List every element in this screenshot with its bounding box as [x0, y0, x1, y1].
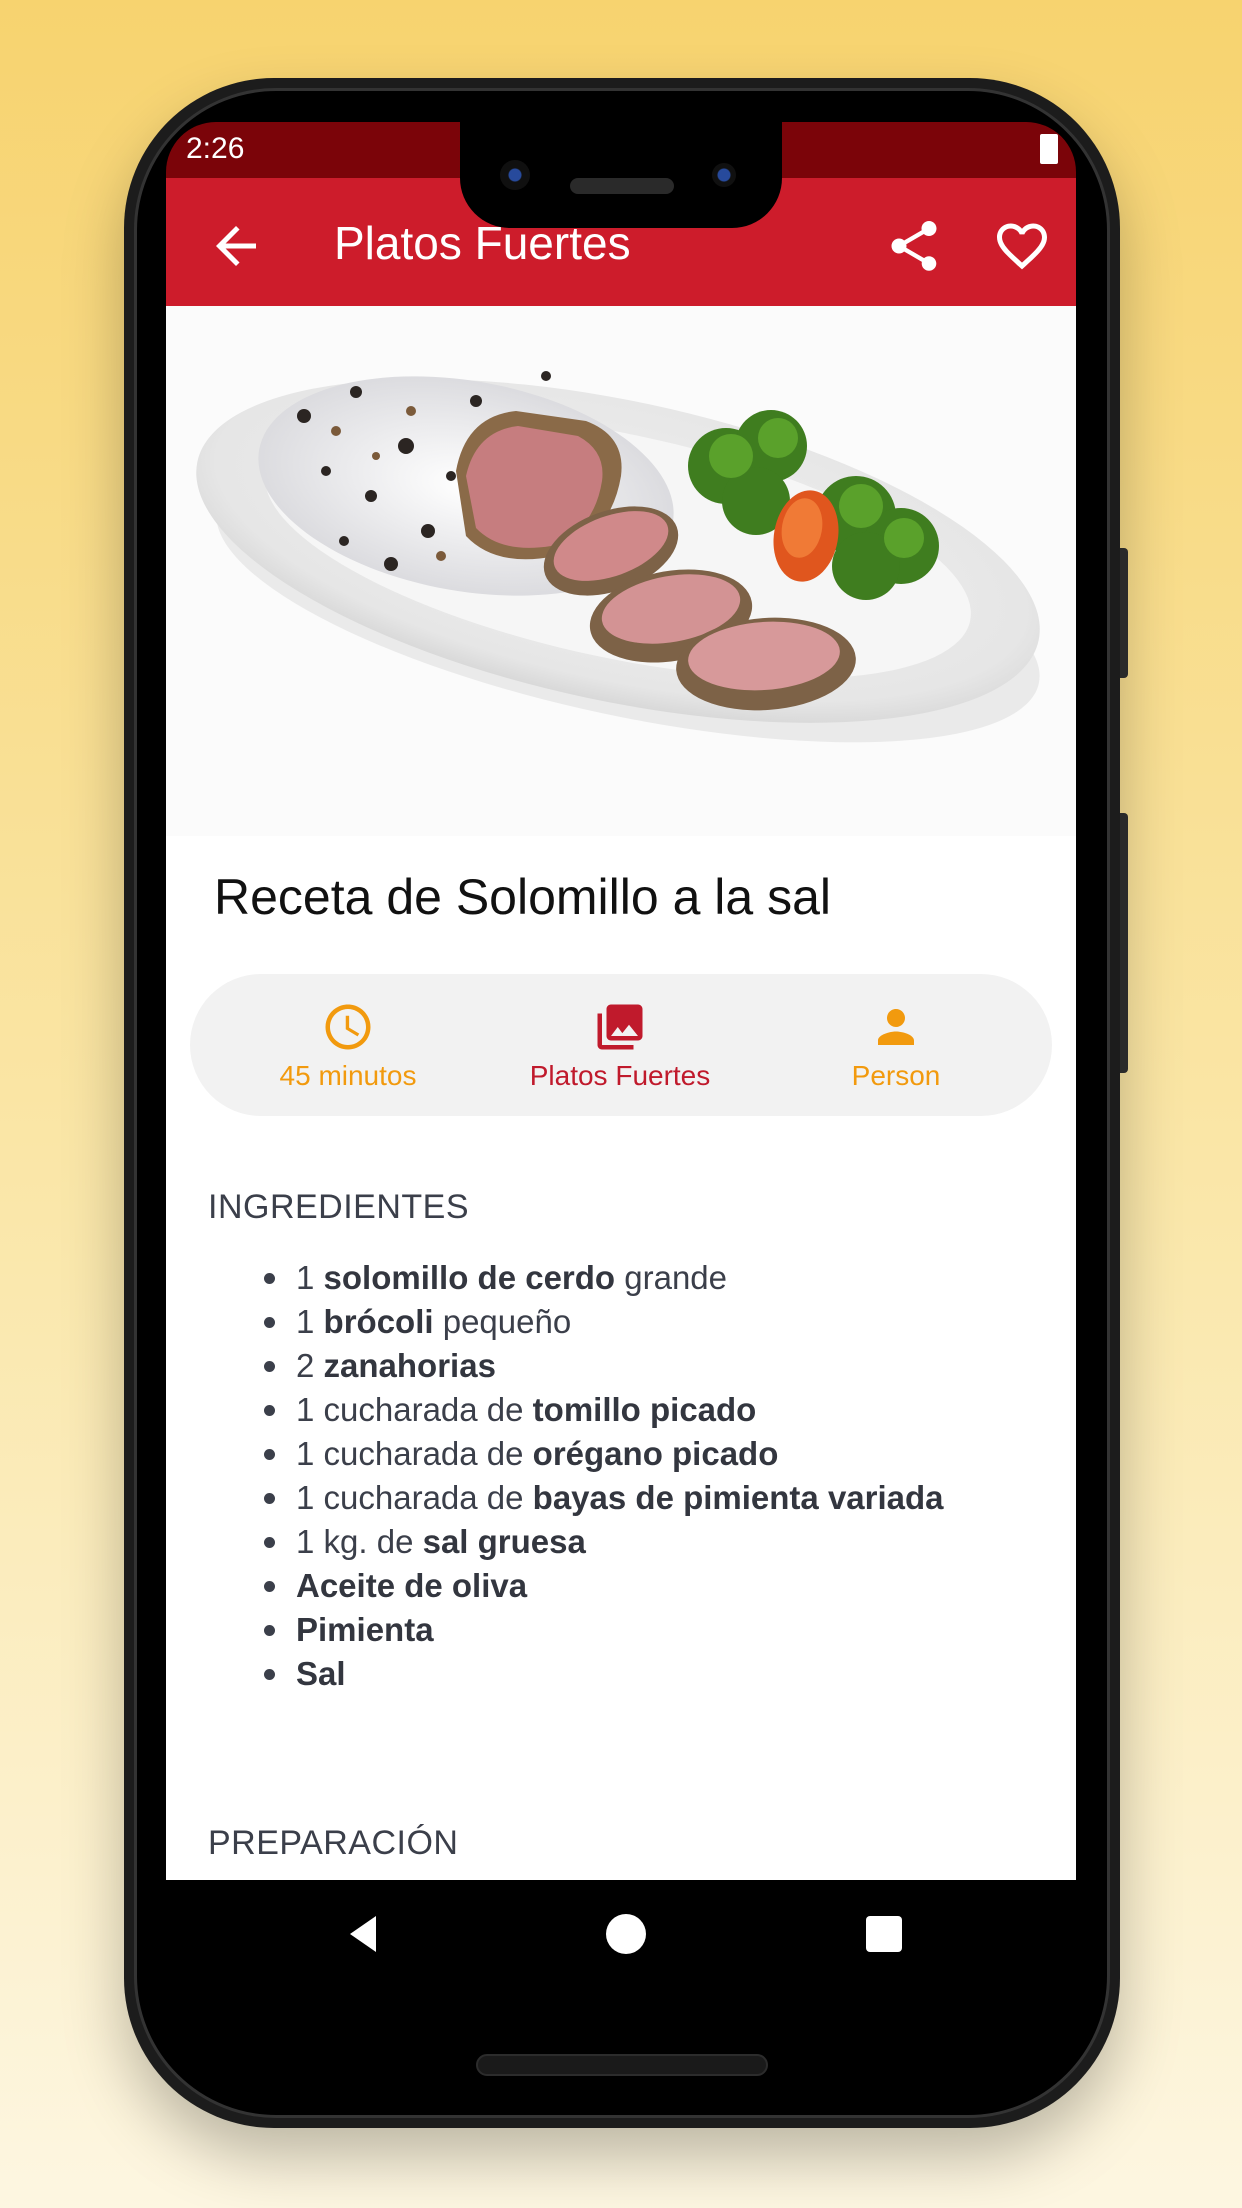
- share-icon[interactable]: [884, 216, 944, 276]
- list-item: 1 cucharada de tomillo picado: [262, 1388, 944, 1432]
- list-item: Pimienta: [262, 1608, 944, 1652]
- photo-library-icon: [597, 1004, 643, 1050]
- camera-notch: [460, 122, 782, 228]
- prep-time-info: 45 minutos: [228, 1000, 468, 1092]
- recipe-info-card: 45 minutos Platos Fuertes Person: [190, 974, 1052, 1116]
- sensor-icon: [712, 163, 736, 187]
- screen: 2:26 Platos Fuertes Receta de Solomillo …: [166, 122, 1076, 1988]
- list-item: 1 brócoli pequeño: [262, 1300, 944, 1344]
- category-info[interactable]: Platos Fuertes: [500, 1000, 740, 1092]
- servings-info: Person: [776, 1000, 1016, 1092]
- earpiece-speaker: [570, 178, 674, 194]
- favorite-heart-icon[interactable]: [992, 216, 1052, 276]
- list-item: Aceite de oliva: [262, 1564, 944, 1608]
- preparation-heading: PREPARACIÓN: [208, 1824, 459, 1862]
- front-camera-icon: [500, 160, 530, 190]
- list-item: 1 cucharada de orégano picado: [262, 1432, 944, 1476]
- list-item: Sal: [262, 1652, 944, 1696]
- recipe-title: Receta de Solomillo a la sal: [214, 869, 831, 925]
- list-item: 1 cucharada de bayas de pimienta variada: [262, 1476, 944, 1520]
- category-label: Platos Fuertes: [529, 1060, 711, 1091]
- person-icon: [878, 1009, 914, 1045]
- back-arrow-icon[interactable]: [206, 216, 266, 276]
- nav-recents-icon[interactable]: [860, 1910, 908, 1958]
- home-indicator: [476, 2054, 768, 2076]
- recipe-photo: [166, 306, 1076, 836]
- ingredients-list: 1 solomillo de cerdo grande 1 brócoli pe…: [262, 1256, 944, 1696]
- list-item: 1 kg. de sal gruesa: [262, 1520, 944, 1564]
- nav-back-icon[interactable]: [340, 1910, 388, 1958]
- power-button: [1120, 813, 1128, 1073]
- ingredients-heading: INGREDIENTES: [208, 1188, 470, 1226]
- clock-icon: [325, 1004, 371, 1050]
- list-item: 1 solomillo de cerdo grande: [262, 1256, 944, 1300]
- nav-home-icon[interactable]: [602, 1910, 650, 1958]
- prep-time-label: 45 minutos: [279, 1060, 417, 1091]
- recipe-content[interactable]: Receta de Solomillo a la sal 45 minutos …: [166, 306, 1076, 1880]
- system-nav-bar: [166, 1880, 1076, 1988]
- list-item: 2 zanahorias: [262, 1344, 944, 1388]
- servings-label: Person: [851, 1060, 941, 1091]
- battery-icon: [1040, 134, 1058, 164]
- status-time: 2:26: [186, 132, 245, 165]
- volume-button: [1120, 548, 1128, 678]
